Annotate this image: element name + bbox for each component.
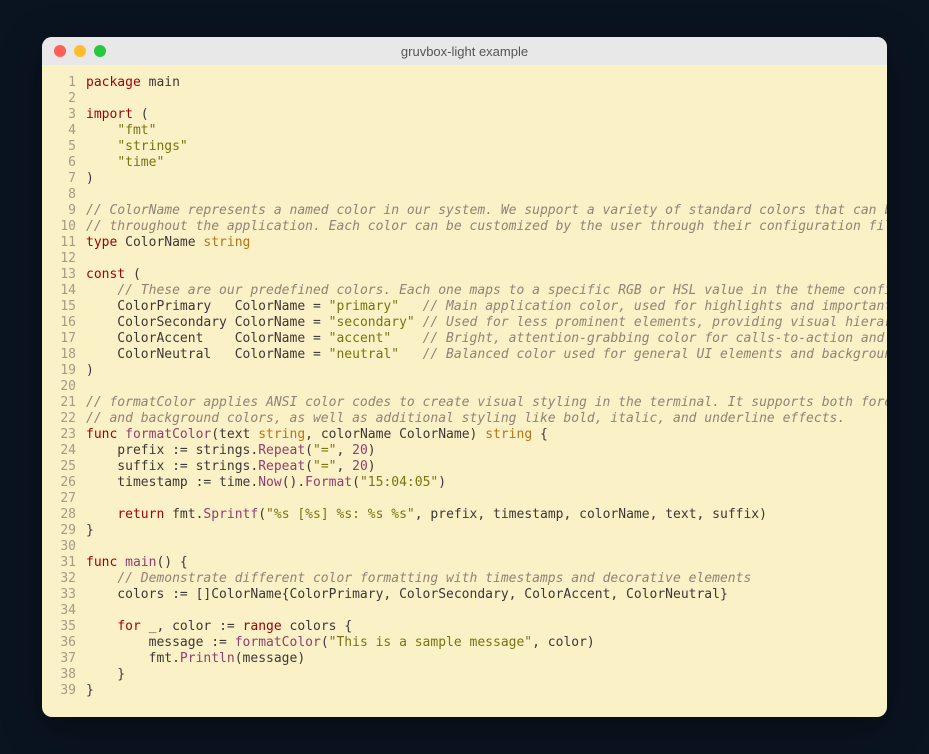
code-line: const ( xyxy=(86,267,887,283)
line-number: 30 xyxy=(58,539,76,555)
window-controls xyxy=(54,45,106,57)
code-line: timestamp := time.Now().Format("15:04:05… xyxy=(86,475,887,491)
line-number: 27 xyxy=(58,491,76,507)
titlebar: gruvbox-light example xyxy=(42,37,887,65)
line-number: 21 xyxy=(58,395,76,411)
code-line: // and background colors, as well as add… xyxy=(86,411,887,427)
line-number: 5 xyxy=(58,139,76,155)
code-line: // formatColor applies ANSI color codes … xyxy=(86,395,887,411)
code-line: ColorAccent ColorName = "accent" // Brig… xyxy=(86,331,887,347)
line-number: 38 xyxy=(58,667,76,683)
minimize-icon[interactable] xyxy=(74,45,86,57)
code-line xyxy=(86,379,887,395)
line-number: 23 xyxy=(58,427,76,443)
line-number: 18 xyxy=(58,347,76,363)
code-line: package main xyxy=(86,75,887,91)
line-number: 31 xyxy=(58,555,76,571)
line-number: 4 xyxy=(58,123,76,139)
line-number: 33 xyxy=(58,587,76,603)
code-line: fmt.Println(message) xyxy=(86,651,887,667)
line-number: 13 xyxy=(58,267,76,283)
line-number: 25 xyxy=(58,459,76,475)
code-line: ColorPrimary ColorName = "primary" // Ma… xyxy=(86,299,887,315)
line-number: 11 xyxy=(58,235,76,251)
line-number: 12 xyxy=(58,251,76,267)
line-number: 37 xyxy=(58,651,76,667)
line-number: 29 xyxy=(58,523,76,539)
code-line: "fmt" xyxy=(86,123,887,139)
code-line: // throughout the application. Each colo… xyxy=(86,219,887,235)
line-number: 22 xyxy=(58,411,76,427)
line-number: 28 xyxy=(58,507,76,523)
line-number: 2 xyxy=(58,91,76,107)
code-line: } xyxy=(86,683,887,699)
line-number: 6 xyxy=(58,155,76,171)
code-line: message := formatColor("This is a sample… xyxy=(86,635,887,651)
code-content[interactable]: package main import ( "fmt" "strings" "t… xyxy=(86,75,887,699)
line-number: 39 xyxy=(58,683,76,699)
maximize-icon[interactable] xyxy=(94,45,106,57)
line-number: 10 xyxy=(58,219,76,235)
line-number: 35 xyxy=(58,619,76,635)
code-line: prefix := strings.Repeat("=", 20) xyxy=(86,443,887,459)
code-line: // ColorName represents a named color in… xyxy=(86,203,887,219)
window-title: gruvbox-light example xyxy=(42,44,887,59)
code-line: suffix := strings.Repeat("=", 20) xyxy=(86,459,887,475)
code-line: func formatColor(text string, colorName … xyxy=(86,427,887,443)
code-line xyxy=(86,251,887,267)
line-number: 9 xyxy=(58,203,76,219)
line-number: 19 xyxy=(58,363,76,379)
code-line xyxy=(86,91,887,107)
code-line: // These are our predefined colors. Each… xyxy=(86,283,887,299)
code-line xyxy=(86,491,887,507)
code-line xyxy=(86,187,887,203)
line-number: 24 xyxy=(58,443,76,459)
code-line xyxy=(86,603,887,619)
line-number: 1 xyxy=(58,75,76,91)
line-number: 15 xyxy=(58,299,76,315)
code-line: "time" xyxy=(86,155,887,171)
line-number: 16 xyxy=(58,315,76,331)
code-line: type ColorName string xyxy=(86,235,887,251)
line-number: 7 xyxy=(58,171,76,187)
editor-window: gruvbox-light example 123456789101112131… xyxy=(42,37,887,717)
line-number-gutter: 1234567891011121314151617181920212223242… xyxy=(42,75,86,699)
line-number: 34 xyxy=(58,603,76,619)
close-icon[interactable] xyxy=(54,45,66,57)
line-number: 17 xyxy=(58,331,76,347)
code-line xyxy=(86,539,887,555)
line-number: 26 xyxy=(58,475,76,491)
code-line: colors := []ColorName{ColorPrimary, Colo… xyxy=(86,587,887,603)
code-line: "strings" xyxy=(86,139,887,155)
line-number: 8 xyxy=(58,187,76,203)
line-number: 36 xyxy=(58,635,76,651)
code-line: for _, color := range colors { xyxy=(86,619,887,635)
code-line: ) xyxy=(86,363,887,379)
line-number: 32 xyxy=(58,571,76,587)
code-line: import ( xyxy=(86,107,887,123)
code-line: func main() { xyxy=(86,555,887,571)
code-line: } xyxy=(86,523,887,539)
code-line: ) xyxy=(86,171,887,187)
code-line: // Demonstrate different color formattin… xyxy=(86,571,887,587)
code-editor[interactable]: 1234567891011121314151617181920212223242… xyxy=(42,65,887,717)
line-number: 20 xyxy=(58,379,76,395)
code-line: } xyxy=(86,667,887,683)
code-line: ColorNeutral ColorName = "neutral" // Ba… xyxy=(86,347,887,363)
code-line: ColorSecondary ColorName = "secondary" /… xyxy=(86,315,887,331)
line-number: 3 xyxy=(58,107,76,123)
code-line: return fmt.Sprintf("%s [%s] %s: %s %s", … xyxy=(86,507,887,523)
line-number: 14 xyxy=(58,283,76,299)
